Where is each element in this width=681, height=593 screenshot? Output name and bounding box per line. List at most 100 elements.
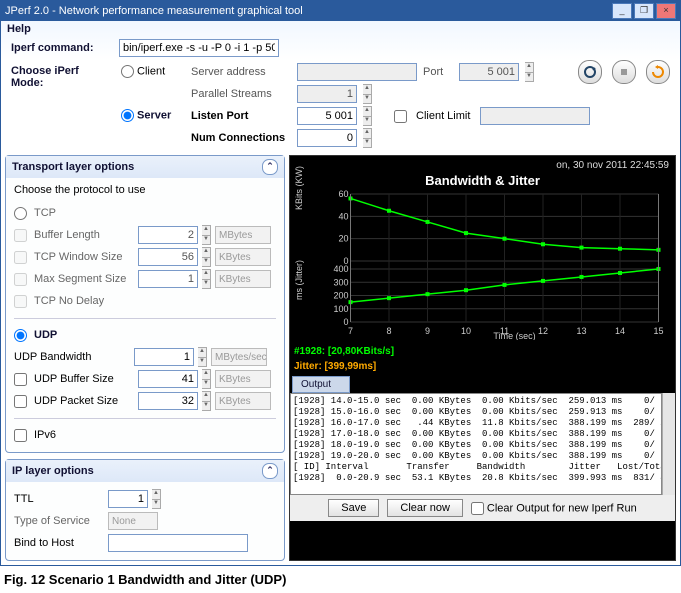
window-buttons: _ ❐ × [612,3,676,19]
udpbuf-label: UDP Buffer Size [34,373,134,385]
buflen-unit: MBytes [215,226,271,244]
clear-button[interactable]: Clear now [387,499,463,517]
mss-check [14,273,27,286]
collapse-icon[interactable]: ⌃ [262,463,278,479]
server-radio[interactable] [121,109,134,122]
ipv6-label: IPv6 [34,429,56,441]
svg-text:7: 7 [348,326,353,336]
output-wrap: [1928] 14.0-15.0 sec 0.00 KBytes 0.00 Kb… [290,393,675,495]
stop-button[interactable] [612,60,636,84]
svg-text:200: 200 [333,291,348,301]
parallel-input [297,85,357,103]
udpbw-unit[interactable]: MBytes/sec [211,348,267,366]
refresh-button[interactable] [646,60,670,84]
chart-svg: 02040600100200300400789101112131415Time … [322,190,667,340]
choose-proto-label: Choose the protocol to use [14,184,276,196]
win-check [14,251,27,264]
svg-text:60: 60 [338,190,348,199]
server-label: Server [137,109,171,121]
svg-text:14: 14 [615,326,625,336]
left-panels: Transport layer options ⌃ Choose the prot… [5,155,285,561]
bind-label: Bind to Host [14,537,104,549]
port-spinner: ▲▼ [525,62,534,82]
svg-text:12: 12 [538,326,548,336]
app-window: JPerf 2.0 - Network performance measurem… [0,0,681,566]
mss-label: Max Segment Size [34,273,134,285]
udppkt-input[interactable] [138,392,198,410]
udppkt-label: UDP Packet Size [34,395,134,407]
clear-on-run-label: Clear Output for new Iperf Run [487,502,637,514]
svg-text:Time (sec): Time (sec) [493,331,535,340]
chart-area: on, 30 nov 2011 22:45:59 Bandwidth & Jit… [290,156,675,344]
numconn-input[interactable] [297,129,357,147]
maximize-button[interactable]: ❐ [634,3,654,19]
figure-caption: Fig. 12 Scenario 1 Bandwidth and Jitter … [0,566,681,593]
mode-label: Choose iPerf Mode: [11,61,111,149]
output-buttons: Save Clear now Clear Output for new Iper… [290,495,675,521]
y1-axis-label: KBits (KW) [294,166,304,210]
y2-axis-label: ms (Jitter) [294,260,304,300]
port-input [459,63,519,81]
output-tab[interactable]: Output [292,376,350,393]
help-menu[interactable]: Help [1,21,680,37]
buflen-label: Buffer Length [34,229,134,241]
server-address-input [297,63,417,81]
main-area: Transport layer options ⌃ Choose the prot… [1,151,680,565]
status-jitter: Jitter: [399,99ms] [290,359,675,374]
tcp-radio[interactable] [14,207,27,220]
ttl-input[interactable] [108,490,148,508]
listenport-label: Listen Port [191,110,291,122]
udpbw-label: UDP Bandwidth [14,351,130,363]
udppkt-check[interactable] [14,395,27,408]
svg-text:400: 400 [333,264,348,274]
output-text[interactable]: [1928] 14.0-15.0 sec 0.00 KBytes 0.00 Kb… [290,393,662,495]
clear-on-run-check[interactable] [471,502,484,515]
transport-panel: Transport layer options ⌃ Choose the prot… [5,155,285,453]
iperf-command-input[interactable] [119,39,279,57]
ip-title: IP layer options [12,465,94,477]
save-button[interactable]: Save [328,499,379,517]
client-radio[interactable] [121,65,134,78]
svg-text:8: 8 [386,326,391,336]
client-label: Client [137,65,165,77]
svg-text:20: 20 [338,234,348,244]
parallel-label: Parallel Streams [191,88,291,100]
clientlimit-check[interactable] [394,110,407,123]
chart-title: Bandwidth & Jitter [292,173,673,188]
svg-text:10: 10 [461,326,471,336]
bind-input[interactable] [108,534,248,552]
numconn-spinner[interactable]: ▲▼ [363,128,372,148]
buflen-check [14,229,27,242]
udpbw-input[interactable] [134,348,194,366]
ipv6-check[interactable] [14,429,27,442]
svg-text:9: 9 [425,326,430,336]
transport-title: Transport layer options [12,161,134,173]
run-button[interactable] [578,60,602,84]
udp-radio[interactable] [14,329,27,342]
minimize-button[interactable]: _ [612,3,632,19]
udppkt-unit[interactable]: KBytes [215,392,271,410]
clientlimit-label: Client Limit [416,110,470,122]
udpbuf-check[interactable] [14,373,27,386]
listenport-spinner[interactable]: ▲▼ [363,106,372,126]
parallel-spinner: ▲▼ [363,84,372,104]
collapse-icon[interactable]: ⌃ [262,159,278,175]
win-unit: KBytes [215,248,271,266]
win-input [138,248,198,266]
tos-label: Type of Service [14,515,104,527]
window-title: JPerf 2.0 - Network performance measurem… [5,5,612,17]
listenport-input[interactable] [297,107,357,125]
svg-text:40: 40 [338,211,348,221]
output-scrollbar[interactable] [662,393,675,495]
mss-input [138,270,198,288]
udp-label: UDP [34,329,57,341]
nodelay-label: TCP No Delay [34,295,104,307]
ip-panel: IP layer options⌃ TTL▲▼ Type of ServiceN… [5,459,285,561]
udpbuf-unit[interactable]: KBytes [215,370,271,388]
close-button[interactable]: × [656,3,676,19]
svg-text:300: 300 [333,277,348,287]
udpbuf-input[interactable] [138,370,198,388]
mode-fields: Server address Port ▲▼ Parallel Streams … [191,61,670,149]
buflen-input [138,226,198,244]
svg-text:15: 15 [653,326,663,336]
